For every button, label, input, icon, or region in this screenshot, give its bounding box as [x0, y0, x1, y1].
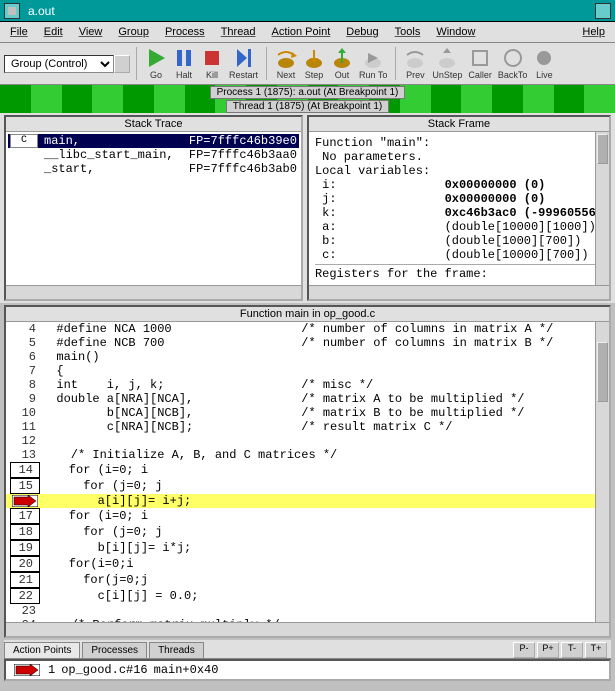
- source-panel: Function main in op_good.c 4 #define NCA…: [4, 305, 611, 638]
- source-line[interactable]: a[i][j]= i+j;: [6, 494, 609, 508]
- titlebar: a.out: [0, 0, 615, 22]
- source-line[interactable]: 15 for (j=0; j: [6, 478, 609, 494]
- scrollbar-h[interactable]: [6, 285, 301, 299]
- action-point-row[interactable]: 1 op_good.c#16 main+0x40: [4, 659, 611, 681]
- source-line[interactable]: 12: [6, 434, 609, 448]
- stack-frame-row[interactable]: Cmain,FP=7fffc46b39e0: [8, 134, 299, 148]
- mini-button-t-[interactable]: T-: [561, 642, 583, 658]
- source-line[interactable]: 18 for (j=0; j: [6, 524, 609, 540]
- bottom-tabs: Action PointsProcessesThreads P-P+T-T+ 1 …: [4, 640, 611, 681]
- stack-trace-panel: Stack Trace Cmain,FP=7fffc46b39e0__libc_…: [4, 115, 303, 301]
- source-line[interactable]: 21 for(j=0;j: [6, 572, 609, 588]
- menu-help[interactable]: Help: [576, 24, 611, 40]
- source-line[interactable]: 11 c[NRA][NCB]; /* result matrix C */: [6, 420, 609, 434]
- source-line[interactable]: 14 for (i=0; i: [6, 462, 609, 478]
- source-line[interactable]: 6 main(): [6, 350, 609, 364]
- scrollbar-v[interactable]: [595, 322, 609, 622]
- menu-file[interactable]: File: [4, 24, 34, 40]
- source-line[interactable]: 23: [6, 604, 609, 618]
- toolbar-next-button[interactable]: Next: [273, 47, 299, 80]
- menu-group[interactable]: Group: [112, 24, 155, 40]
- source-line[interactable]: 20 for(i=0;i: [6, 556, 609, 572]
- menu-thread[interactable]: Thread: [215, 24, 262, 40]
- breakpoint-arrow-icon: [12, 663, 42, 677]
- scope-combo[interactable]: Group (Control): [4, 55, 130, 73]
- tab-processes[interactable]: Processes: [82, 642, 147, 658]
- scrollbar-h[interactable]: [6, 622, 609, 636]
- tab-threads[interactable]: Threads: [149, 642, 204, 658]
- source-line[interactable]: 4 #define NCA 1000 /* number of columns …: [6, 322, 609, 336]
- combo-dropdown-icon[interactable]: [114, 55, 130, 73]
- stack-frame-row[interactable]: _start,FP=7fffc46b3ab0: [8, 162, 299, 176]
- toolbar-out-button[interactable]: Out: [329, 47, 355, 80]
- tab-action-points[interactable]: Action Points: [4, 642, 80, 658]
- toolbar-prev-button[interactable]: Prev: [402, 47, 428, 80]
- source-line[interactable]: 7 {: [6, 364, 609, 378]
- toolbar-runto-button[interactable]: Run To: [357, 47, 389, 80]
- stack-frame-row[interactable]: __libc_start_main,FP=7fffc46b3aa0: [8, 148, 299, 162]
- stack-frame-panel: Stack Frame Function "main": No paramete…: [307, 115, 611, 301]
- window-title: a.out: [28, 4, 595, 18]
- toolbar: Group (Control) GoHaltKillRestart NextSt…: [0, 43, 615, 85]
- menu-view[interactable]: View: [73, 24, 109, 40]
- source-line[interactable]: 8 int i, j, k; /* misc */: [6, 378, 609, 392]
- menu-debug[interactable]: Debug: [340, 24, 384, 40]
- menu-edit[interactable]: Edit: [38, 24, 69, 40]
- toolbar-backto-button[interactable]: BackTo: [496, 47, 530, 80]
- toolbar-go-button[interactable]: Go: [143, 47, 169, 80]
- mini-button-t+[interactable]: T+: [585, 642, 607, 658]
- source-line[interactable]: 13 /* Initialize A, B, and C matrices */: [6, 448, 609, 462]
- thread-status: Thread 1 (1875) (At Breakpoint 1): [0, 99, 615, 113]
- source-line[interactable]: 5 #define NCB 700 /* number of columns i…: [6, 336, 609, 350]
- source-line[interactable]: 9 double a[NRA][NCA], /* matrix A to be …: [6, 392, 609, 406]
- menu-process[interactable]: Process: [159, 24, 211, 40]
- toolbar-step-button[interactable]: Step: [301, 47, 327, 80]
- mini-button-p+[interactable]: P+: [537, 642, 559, 658]
- source-line[interactable]: 17 for (i=0; i: [6, 508, 609, 524]
- toolbar-kill-button[interactable]: Kill: [199, 47, 225, 80]
- scrollbar-v[interactable]: [595, 132, 609, 285]
- menubar: FileEditViewGroupProcessThreadAction Poi…: [0, 22, 615, 43]
- mini-button-p-[interactable]: P-: [513, 642, 535, 658]
- source-line[interactable]: 19 b[i][j]= i*j;: [6, 540, 609, 556]
- menu-window[interactable]: Window: [430, 24, 481, 40]
- source-line[interactable]: 24 /* Perform matrix multiply */: [6, 618, 609, 622]
- toolbar-caller-button[interactable]: Caller: [466, 47, 494, 80]
- toolbar-unstep-button[interactable]: UnStep: [430, 47, 464, 80]
- toolbar-halt-button[interactable]: Halt: [171, 47, 197, 80]
- scope-select[interactable]: Group (Control): [4, 55, 114, 73]
- process-status: Process 1 (1875): a.out (At Breakpoint 1…: [0, 85, 615, 99]
- maximize-icon[interactable]: [595, 3, 611, 19]
- scrollbar-h[interactable]: [309, 285, 609, 299]
- breakpoint-arrow-icon: [10, 494, 40, 508]
- toolbar-restart-button[interactable]: Restart: [227, 47, 260, 80]
- window-menu-icon[interactable]: [4, 3, 20, 19]
- source-line[interactable]: 10 b[NCA][NCB], /* matrix B to be multip…: [6, 406, 609, 420]
- menu-tools[interactable]: Tools: [389, 24, 427, 40]
- toolbar-live-button[interactable]: Live: [531, 47, 557, 80]
- menu-action-point[interactable]: Action Point: [266, 24, 337, 40]
- source-line[interactable]: 22 c[i][j] = 0.0;: [6, 588, 609, 604]
